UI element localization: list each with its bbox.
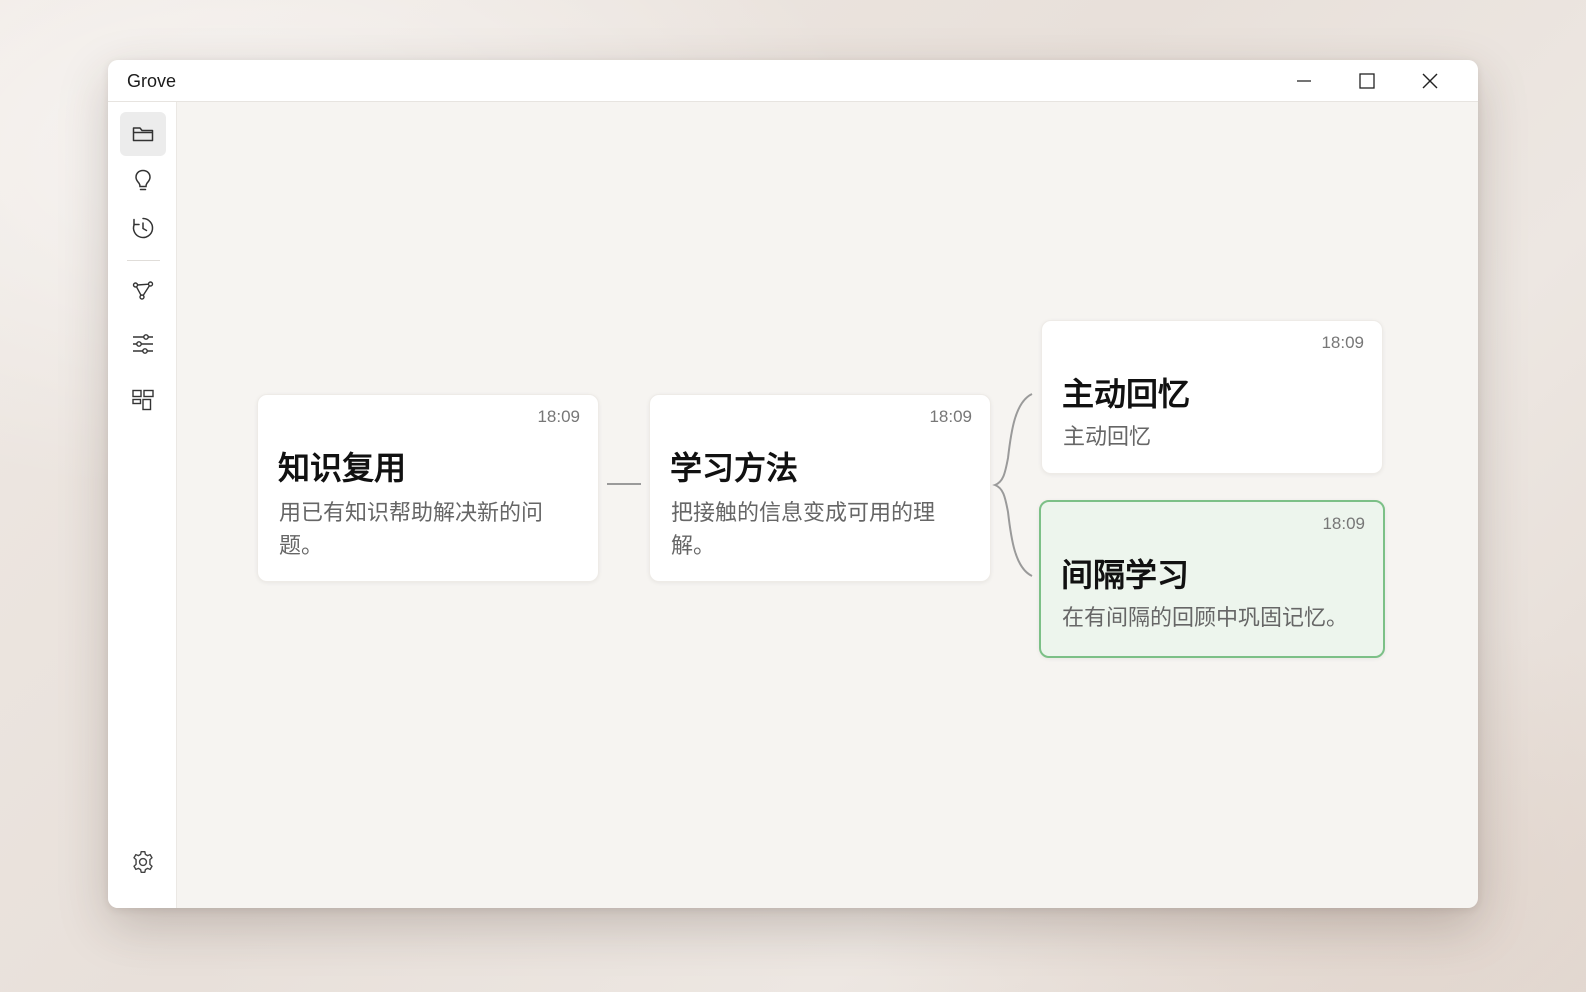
card-title: 学习方法 [670, 449, 799, 487]
sidebar-divider [127, 260, 160, 261]
sidebar-item-filters[interactable] [120, 322, 166, 366]
title-bar[interactable]: Grove [108, 60, 1478, 102]
card-timestamp: 18:09 [1321, 333, 1364, 352]
layout-blocks-icon [132, 389, 154, 411]
sidebar-item-layout[interactable] [120, 378, 166, 422]
sliders-icon [133, 334, 153, 354]
card-timestamp: 18:09 [537, 407, 580, 426]
lightbulb-icon [135, 169, 151, 191]
gear-icon [133, 851, 153, 873]
card-body: 在有间隔的回顾中巩固记忆。 [1062, 606, 1349, 631]
node-card-active-recall[interactable]: 18:09 主动回忆 主动回忆 [1041, 320, 1383, 474]
minimize-button[interactable] [1278, 60, 1330, 102]
close-icon [1422, 73, 1438, 89]
node-card-learning-methods[interactable]: 18:09 学习方法 把接触的信息变成可用的理解。 [649, 394, 991, 582]
maximize-icon [1359, 73, 1375, 89]
app-title: Grove [127, 71, 177, 91]
card-title: 知识复用 [278, 449, 407, 487]
connector-branch-bracket [992, 393, 1033, 577]
card-title: 主动回忆 [1062, 375, 1191, 413]
mind-map-canvas[interactable]: 18:09 知识复用 用已有知识帮助解决新的问题。 18:09 学习方法 把接触… [177, 102, 1478, 908]
sidebar-item-graph[interactable] [120, 269, 166, 313]
card-timestamp: 18:09 [1322, 514, 1365, 533]
graph-nodes-icon [132, 281, 154, 300]
sidebar-item-ideas[interactable] [120, 159, 166, 203]
sidebar-item-history[interactable] [120, 206, 166, 250]
node-card-knowledge-reuse[interactable]: 18:09 知识复用 用已有知识帮助解决新的问题。 [257, 394, 599, 582]
history-icon [132, 217, 154, 239]
card-body: 用已有知识帮助解决新的问题。 [279, 501, 544, 559]
close-button[interactable] [1404, 60, 1456, 102]
settings-button[interactable] [120, 840, 166, 884]
sidebar [108, 102, 177, 908]
maximize-button[interactable] [1341, 60, 1393, 102]
folder-icon [132, 127, 154, 142]
app-window: Grove 18:09 知识复用 用已有知识帮助解决新的问题。 18:09 学习… [108, 60, 1478, 908]
card-timestamp: 18:09 [929, 407, 972, 426]
node-card-spaced-learning[interactable]: 18:09 间隔学习 在有间隔的回顾中巩固记忆。 [1039, 500, 1385, 658]
sidebar-item-folder[interactable] [120, 112, 166, 156]
card-body: 主动回忆 [1063, 425, 1152, 450]
card-body: 把接触的信息变成可用的理解。 [671, 501, 936, 559]
minimize-icon [1297, 80, 1311, 82]
card-title: 间隔学习 [1061, 556, 1190, 594]
